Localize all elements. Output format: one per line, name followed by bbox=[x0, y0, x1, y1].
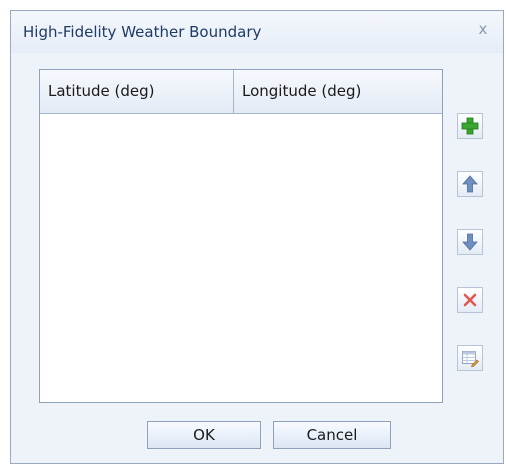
move-up-button[interactable] bbox=[457, 171, 483, 197]
arrow-down-icon bbox=[462, 233, 478, 251]
arrow-up-icon bbox=[462, 175, 478, 193]
ok-button[interactable]: OK bbox=[147, 421, 261, 449]
red-x-icon bbox=[463, 293, 477, 307]
cancel-button[interactable]: Cancel bbox=[273, 421, 391, 449]
table-edit-icon bbox=[462, 351, 479, 367]
column-header-longitude[interactable]: Longitude (deg) bbox=[234, 70, 442, 113]
boundary-table[interactable]: Latitude (deg) Longitude (deg) bbox=[39, 69, 443, 403]
dialog-title: High-Fidelity Weather Boundary bbox=[23, 23, 262, 41]
column-header-latitude[interactable]: Latitude (deg) bbox=[40, 70, 234, 113]
title-bar: High-Fidelity Weather Boundary x bbox=[11, 11, 503, 53]
move-down-button[interactable] bbox=[457, 229, 483, 255]
weather-boundary-dialog: High-Fidelity Weather Boundary x Latitud… bbox=[10, 10, 504, 464]
edit-table-button[interactable] bbox=[457, 345, 483, 371]
close-button[interactable]: x bbox=[473, 19, 493, 39]
add-row-button[interactable] bbox=[457, 113, 483, 139]
delete-row-button[interactable] bbox=[457, 287, 483, 313]
green-plus-icon bbox=[461, 117, 479, 135]
table-header: Latitude (deg) Longitude (deg) bbox=[40, 70, 442, 114]
